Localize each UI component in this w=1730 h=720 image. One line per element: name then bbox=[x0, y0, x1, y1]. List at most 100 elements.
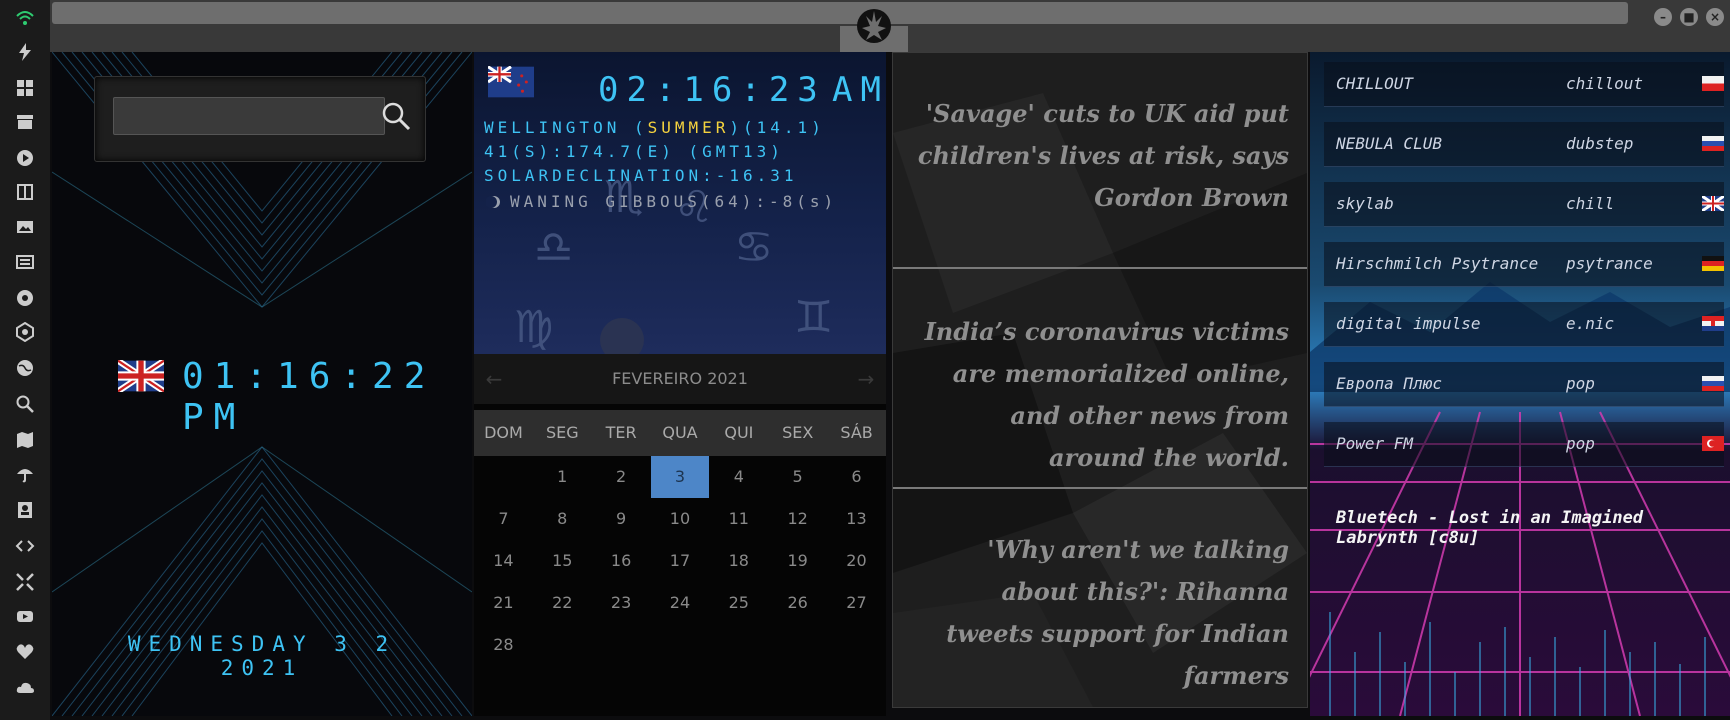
close-button[interactable]: × bbox=[1706, 8, 1724, 26]
calendar-day[interactable]: 20 bbox=[827, 540, 886, 582]
calendar-day[interactable]: 10 bbox=[651, 498, 710, 540]
calendar-day[interactable]: 6 bbox=[827, 456, 886, 498]
calendar-day[interactable]: 9 bbox=[592, 498, 651, 540]
calendar-day[interactable]: 27 bbox=[827, 582, 886, 624]
zodiac-cancer-icon: ♋ bbox=[734, 222, 774, 273]
radio-station-name: Европа Плюс bbox=[1336, 374, 1442, 393]
moon-phase-icon bbox=[486, 196, 500, 208]
nz-location-line: WELLINGTON (SUMMER)(14.1) bbox=[484, 118, 825, 137]
russia-flag-icon bbox=[1702, 136, 1724, 151]
nz-time: 02:16:23 bbox=[598, 70, 826, 110]
radio-station-row[interactable]: Power FM pop bbox=[1324, 422, 1724, 467]
radio-station-row[interactable]: CHILLOUT chillout bbox=[1324, 62, 1724, 107]
calendar-day[interactable]: 28 bbox=[474, 624, 533, 666]
news-headline[interactable]: 'Savage' cuts to UK aid put children's l… bbox=[909, 93, 1289, 219]
radio-station-row[interactable]: Европа Плюс pop bbox=[1324, 362, 1724, 407]
calendar-week-row: 123456 bbox=[474, 456, 886, 498]
uk-flag-icon bbox=[118, 360, 164, 392]
contact-icon[interactable] bbox=[13, 498, 37, 522]
calendar-week-row: 14 15 16 17 18 19 20 bbox=[474, 540, 886, 582]
calendar-empty-cell bbox=[709, 624, 768, 666]
archive-icon[interactable] bbox=[13, 110, 37, 134]
radio-station-genre: chillout bbox=[1566, 74, 1644, 93]
radio-station-name: Hirschmilch Psytrance bbox=[1336, 254, 1539, 273]
code-icon[interactable] bbox=[13, 534, 37, 558]
nz-season: SUMMER bbox=[647, 118, 730, 137]
calendar-day[interactable]: 14 bbox=[474, 540, 533, 582]
weekday-label: SEX bbox=[782, 423, 814, 442]
calendar-week-row: 7 8 9 10 11 12 13 bbox=[474, 498, 886, 540]
nz-clock-panel: ♎ ♏ ♌ ♋ ♊ ♍ 02:16:23 AM WELLINGTON (SUMM… bbox=[474, 52, 886, 354]
calendar-day[interactable]: 24 bbox=[651, 582, 710, 624]
calendar-day[interactable]: 5 bbox=[768, 456, 827, 498]
calendar-day[interactable]: 22 bbox=[533, 582, 592, 624]
radio-station-genre: pop bbox=[1566, 374, 1595, 393]
globe-icon[interactable] bbox=[13, 356, 37, 380]
calendar-day[interactable]: 8 bbox=[533, 498, 592, 540]
nz-solar-declination: SOLARDECLINATION:-16.31 bbox=[484, 166, 798, 185]
map-icon[interactable] bbox=[13, 428, 37, 452]
calendar-empty-cell bbox=[474, 456, 533, 498]
calendar-prev-button[interactable]: ← bbox=[474, 354, 514, 404]
expand-icon[interactable] bbox=[13, 570, 37, 594]
news-panel: 'Savage' cuts to UK aid put children's l… bbox=[892, 52, 1308, 708]
bolt-icon[interactable] bbox=[13, 40, 37, 64]
heart-icon[interactable] bbox=[13, 640, 37, 664]
calendar-day[interactable]: 13 bbox=[827, 498, 886, 540]
calendar-day[interactable]: 2 bbox=[592, 456, 651, 498]
calendar-day[interactable]: 12 bbox=[768, 498, 827, 540]
weekday-label: SÁB bbox=[840, 423, 873, 442]
nz-city: WELLINGTON ( bbox=[484, 118, 648, 137]
calendar-day[interactable]: 23 bbox=[592, 582, 651, 624]
radio-station-row[interactable]: Hirschmilch Psytrance psytrance bbox=[1324, 242, 1724, 287]
calendar-day[interactable]: 3 bbox=[650, 456, 710, 498]
search-icon[interactable] bbox=[13, 392, 37, 416]
calendar-empty-cell bbox=[827, 624, 886, 666]
cloud-icon[interactable] bbox=[13, 676, 37, 700]
calendar-day[interactable]: 19 bbox=[768, 540, 827, 582]
radio-station-genre: e.nic bbox=[1566, 314, 1615, 333]
calendar-day[interactable]: 15 bbox=[533, 540, 592, 582]
calendar-day[interactable]: 1 bbox=[533, 456, 592, 498]
nz-flag-icon bbox=[488, 66, 534, 98]
umbrella-icon[interactable] bbox=[13, 462, 37, 486]
search-icon[interactable] bbox=[379, 99, 413, 133]
calendar-day[interactable]: 18 bbox=[709, 540, 768, 582]
play-icon[interactable] bbox=[13, 146, 37, 170]
weekday-label: SEG bbox=[545, 423, 579, 442]
book-icon[interactable] bbox=[13, 180, 37, 204]
search-input[interactable] bbox=[113, 97, 385, 135]
title-bar-drag-area[interactable] bbox=[52, 2, 1628, 24]
calendar-next-button[interactable]: → bbox=[846, 354, 886, 404]
youtube-icon[interactable] bbox=[13, 604, 37, 628]
calendar-day[interactable]: 26 bbox=[768, 582, 827, 624]
minimize-button[interactable]: – bbox=[1654, 8, 1672, 26]
calendar-day[interactable]: 7 bbox=[474, 498, 533, 540]
calendar-day[interactable]: 17 bbox=[651, 540, 710, 582]
nz-city-tail: )(14.1) bbox=[729, 118, 825, 137]
title-bar: – ■ × bbox=[50, 0, 1730, 52]
calendar-day[interactable]: 21 bbox=[474, 582, 533, 624]
calendar-empty-cell bbox=[768, 624, 827, 666]
wifi-icon[interactable] bbox=[13, 6, 37, 30]
image-icon[interactable] bbox=[13, 215, 37, 239]
calendar-day[interactable]: 16 bbox=[592, 540, 651, 582]
rebel-icon[interactable] bbox=[13, 286, 37, 310]
calendar-day[interactable]: 4 bbox=[709, 456, 768, 498]
radio-station-row[interactable]: digital impulse e.nic bbox=[1324, 302, 1724, 347]
calendar-day[interactable]: 11 bbox=[709, 498, 768, 540]
weekday-label: QUA bbox=[662, 423, 698, 442]
radio-station-row[interactable]: NEBULA CLUB dubstep bbox=[1324, 122, 1724, 167]
poland-flag-icon bbox=[1702, 76, 1724, 91]
calendar-day[interactable]: 25 bbox=[709, 582, 768, 624]
windows-icon[interactable] bbox=[13, 76, 37, 100]
maximize-button[interactable]: ■ bbox=[1680, 8, 1698, 26]
rebel-alliance-logo bbox=[857, 9, 891, 43]
radio-station-row[interactable]: skylab chill bbox=[1324, 182, 1724, 227]
zodiac-libra-icon: ♎ bbox=[534, 222, 574, 273]
radio-station-name: Power FM bbox=[1336, 434, 1414, 453]
newspaper-icon[interactable] bbox=[13, 250, 37, 274]
news-headline[interactable]: India’s coronavirus victims are memorial… bbox=[909, 311, 1289, 479]
settings-icon[interactable] bbox=[13, 320, 37, 344]
news-headline[interactable]: 'Why aren't we talking about this?': Rih… bbox=[909, 529, 1289, 697]
